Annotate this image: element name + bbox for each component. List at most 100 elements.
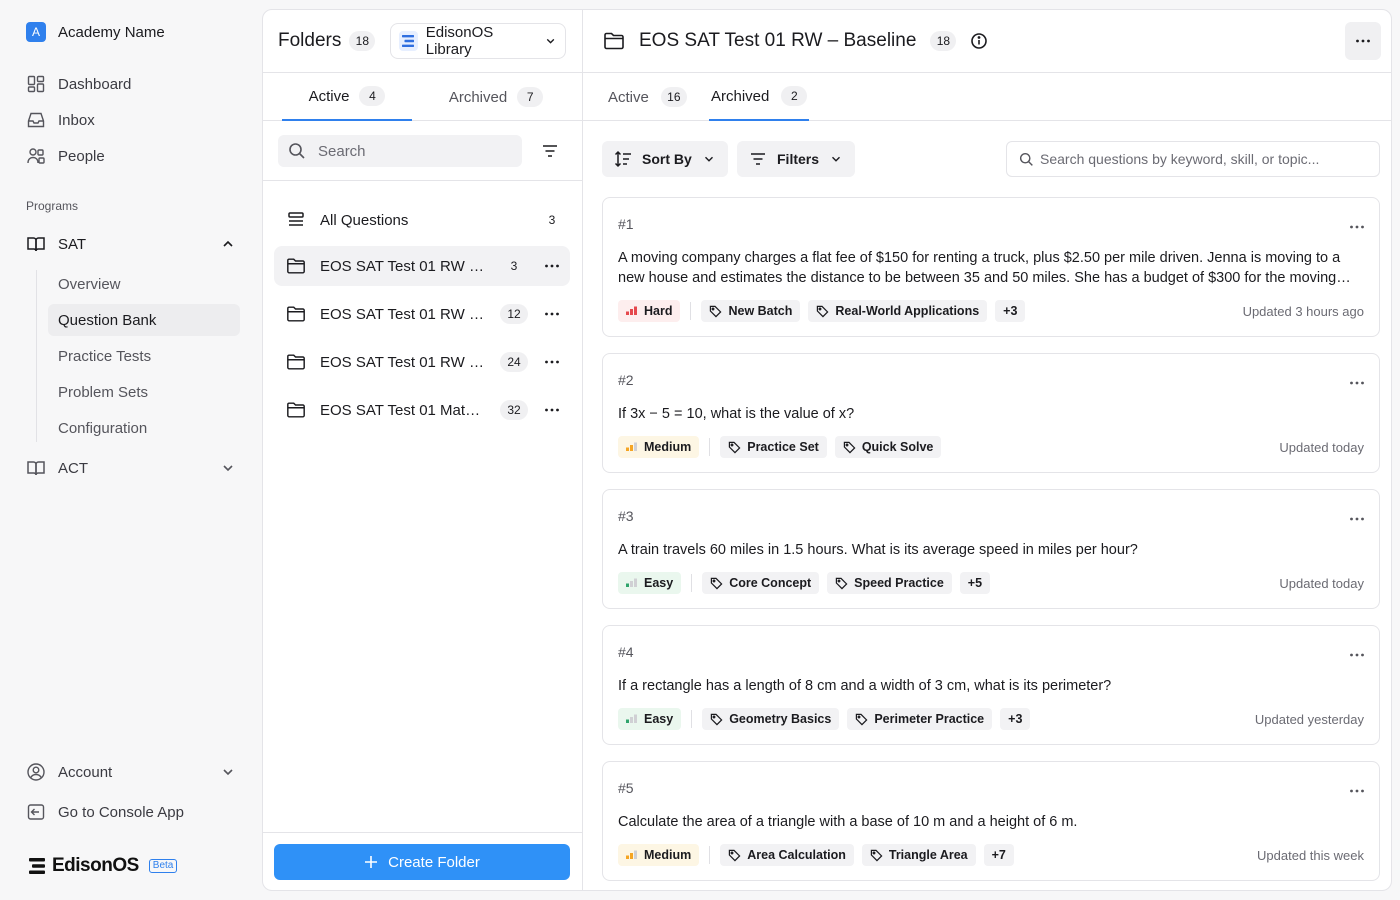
question-text: If 3x − 5 = 10, what is the value of x? [618, 406, 855, 422]
program-sat-label: SAT [58, 235, 87, 253]
more-tags-chip[interactable]: +3 [1000, 708, 1031, 730]
question-card[interactable]: #4 If a rectangle has a length of 8 cm an… [602, 625, 1380, 745]
divider [691, 574, 693, 592]
question-number: #1 [618, 216, 634, 232]
tag-chip[interactable]: Core Concept [702, 572, 820, 594]
tab-questions-archived[interactable]: Archived 2 [709, 73, 810, 121]
more-horizontal-icon[interactable] [1349, 644, 1365, 660]
sat-overview[interactable]: Overview [48, 268, 240, 300]
info-icon[interactable] [970, 32, 988, 50]
filters-button[interactable]: Filters [737, 141, 856, 177]
more-horizontal-icon[interactable] [542, 264, 562, 268]
sat-configuration[interactable]: Configuration [48, 412, 240, 444]
sat-problem-sets[interactable]: Problem Sets [48, 376, 240, 408]
more-horizontal-icon[interactable] [542, 360, 562, 364]
tag-chip[interactable]: Geometry Basics [702, 708, 840, 730]
folder-row[interactable]: EOS SAT Test 01 RW – Baseline 3 [274, 246, 570, 286]
tag-icon [728, 441, 741, 454]
program-sat[interactable]: SAT [26, 232, 236, 256]
updated-time: Updated 3 hours ago [1242, 304, 1364, 319]
tag-chip[interactable]: Perimeter Practice [847, 708, 993, 730]
question-text: A train travels 60 miles in 1.5 hours. W… [618, 542, 1138, 558]
all-questions-row[interactable]: All Questions 3 [274, 200, 570, 240]
account-menu[interactable]: Account [26, 760, 236, 784]
question-card[interactable]: #2 If 3x − 5 = 10, what is the value of x… [602, 353, 1380, 473]
question-meta: Easy Core Concept Speed Practice +5 [618, 572, 991, 594]
subtree-line [36, 270, 37, 442]
folders-search-row [263, 121, 582, 181]
tag-icon [710, 577, 723, 590]
signal-bars-icon [626, 714, 637, 723]
tab-folders-active[interactable]: Active 4 [282, 73, 412, 121]
tag-chip[interactable]: Speed Practice [827, 572, 952, 594]
more-horizontal-icon[interactable] [542, 408, 562, 412]
question-text: A moving company charges a flat fee of $… [618, 250, 1341, 286]
more-tags-chip[interactable]: +7 [983, 844, 1014, 866]
folders-pane: Folders 18 EdisonOS Library Active 4 Arc… [263, 10, 583, 890]
log-out-icon [27, 804, 45, 820]
create-folder-button[interactable]: Create Folder [274, 844, 570, 880]
folders-search-input[interactable] [318, 142, 498, 160]
tag-icon [870, 849, 883, 862]
tag-icon [835, 577, 848, 590]
chevron-down-icon[interactable] [220, 764, 236, 780]
question-card[interactable]: #1 A moving company charges a flat fee of… [602, 197, 1380, 337]
tab-questions-active[interactable]: Active 16 [608, 73, 687, 121]
updated-time: Updated today [1279, 576, 1364, 591]
create-folder-label: Create Folder [388, 853, 480, 871]
more-horizontal-icon[interactable] [1349, 216, 1365, 232]
sat-practice-tests[interactable]: Practice Tests [48, 340, 240, 372]
signal-bars-icon [626, 850, 637, 859]
console-link[interactable]: Go to Console App [26, 800, 236, 824]
sat-question-bank[interactable]: Question Bank [48, 304, 240, 336]
nav-inbox[interactable]: Inbox [26, 108, 95, 132]
more-horizontal-icon[interactable] [542, 312, 562, 316]
question-card[interactable]: #5 Calculate the area of a triangle with … [602, 761, 1380, 881]
tag-chip[interactable]: New Batch [701, 300, 801, 322]
question-text: If a rectangle has a length of 8 cm and … [618, 678, 1112, 694]
tab-count: 7 [517, 87, 544, 107]
signal-bars-icon [626, 306, 637, 315]
more-tags-chip[interactable]: +5 [959, 572, 991, 594]
folder-row[interactable]: EOS SAT Test 01 RW – Module 2 24 [274, 342, 570, 382]
tag-chip[interactable]: Quick Solve [834, 436, 942, 458]
tag-chip[interactable]: Practice Set [720, 436, 827, 458]
question-card[interactable]: #3 A train travels 60 miles in 1.5 hours.… [602, 489, 1380, 609]
tag-chip[interactable]: Real-World Applications [808, 300, 988, 322]
folder-count: 32 [500, 400, 528, 420]
updated-time: Updated this week [1257, 848, 1364, 863]
tab-label: Archived [448, 88, 508, 106]
tag-icon [843, 441, 856, 454]
filter-icon[interactable] [540, 141, 560, 161]
sort-by-label: Sort By [642, 151, 692, 167]
academy-switcher[interactable]: A Academy Name [26, 22, 165, 42]
folder-row[interactable]: EOS SAT Test 01 RW – Module 1 12 [274, 294, 570, 334]
folder-row[interactable]: EOS SAT Test 01 Math – Baseline 32 [274, 390, 570, 430]
tag-chip[interactable]: Area Calculation [720, 844, 854, 866]
academy-name: Academy Name [58, 23, 165, 41]
questions-search-input[interactable] [1040, 151, 1370, 167]
library-dropdown[interactable]: EdisonOS Library [390, 23, 566, 59]
tag-chip[interactable]: Triangle Area [861, 844, 976, 866]
difficulty-badge: Easy [618, 708, 682, 730]
main-panel: Folders 18 EdisonOS Library Active 4 Arc… [262, 9, 1392, 891]
chevron-up-icon[interactable] [220, 236, 236, 252]
more-horizontal-icon[interactable] [1349, 508, 1365, 524]
chevron-down-icon [832, 156, 841, 162]
more-horizontal-icon[interactable] [1349, 372, 1365, 388]
tab-folders-archived[interactable]: Archived 7 [431, 73, 561, 121]
program-act[interactable]: ACT [26, 456, 236, 480]
question-number: #5 [618, 780, 634, 796]
difficulty-badge: Medium [618, 844, 700, 866]
sort-by-button[interactable]: Sort By [602, 141, 728, 177]
more-tags-chip[interactable]: +3 [995, 300, 1026, 322]
more-horizontal-icon[interactable] [1349, 780, 1365, 796]
nav-people[interactable]: People [26, 144, 105, 168]
chevron-down-icon [546, 38, 555, 44]
chevron-down-icon[interactable] [220, 460, 236, 476]
folder-more-button[interactable] [1345, 22, 1381, 60]
all-questions-count: 3 [548, 213, 556, 227]
nav-dashboard[interactable]: Dashboard [26, 72, 131, 96]
all-questions-label: All Questions [320, 211, 409, 229]
academy-avatar: A [26, 22, 46, 42]
